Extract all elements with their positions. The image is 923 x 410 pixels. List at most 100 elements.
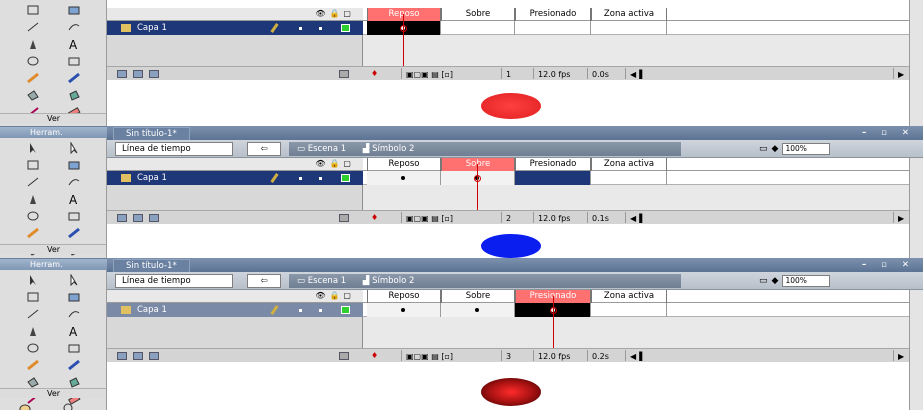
- onion-skin-icons[interactable]: ▣▢▣ ▤ [▫]: [401, 212, 461, 223]
- line-tool-icon[interactable]: [12, 175, 53, 189]
- pencil-tool-icon[interactable]: [12, 226, 53, 240]
- breadcrumb-scene[interactable]: Escena 1: [308, 276, 346, 286]
- frame-cell-hit[interactable]: [591, 171, 667, 185]
- free-transform-icon[interactable]: [12, 158, 53, 172]
- playhead-marker[interactable]: [474, 175, 481, 182]
- brush-tool-icon[interactable]: [53, 226, 94, 240]
- breadcrumb-scene[interactable]: Escena 1: [308, 144, 346, 154]
- back-arrow-button[interactable]: ⇦: [247, 274, 281, 288]
- lock-dot[interactable]: [319, 177, 322, 180]
- playhead[interactable]: [403, 14, 404, 68]
- frame-label-hit[interactable]: Zona activa: [591, 158, 667, 171]
- trash-icon[interactable]: [339, 352, 349, 360]
- edit-scene-icon[interactable]: ▭: [759, 144, 768, 154]
- paint-bucket-icon[interactable]: [53, 88, 94, 102]
- brush-tool-icon[interactable]: [53, 358, 94, 372]
- brush-tool-icon[interactable]: [53, 71, 94, 85]
- document-tab[interactable]: Sin título-1*: [113, 259, 190, 272]
- keyframe-dot[interactable]: [475, 308, 479, 312]
- hand-tool-icon[interactable]: [18, 400, 32, 410]
- insert-folder-icon[interactable]: [149, 352, 159, 360]
- center-frame-icon[interactable]: ♦: [371, 349, 378, 362]
- onion-skin-icons[interactable]: ▣▢▣ ▤ [▫]: [401, 350, 461, 361]
- frame-label-down[interactable]: Presionado: [515, 158, 591, 171]
- frame-label-down[interactable]: Presionado: [515, 8, 591, 21]
- zoom-select[interactable]: 100%: [782, 275, 831, 287]
- pencil-tool-icon[interactable]: [12, 358, 53, 372]
- vertical-scrollbar[interactable]: [909, 0, 923, 126]
- center-frame-icon[interactable]: ♦: [371, 211, 378, 224]
- frame-label-up[interactable]: Reposo: [367, 8, 441, 21]
- fill-transform-icon[interactable]: [53, 3, 94, 17]
- timeline-toggle-button[interactable]: Línea de tiempo: [115, 142, 233, 156]
- trash-icon[interactable]: [339, 214, 349, 222]
- selection-tool-icon[interactable]: [12, 141, 53, 155]
- zoom-select[interactable]: 100%: [782, 143, 831, 155]
- subselection-tool-icon[interactable]: [53, 273, 94, 287]
- add-guide-icon[interactable]: [133, 214, 143, 222]
- frame-label-up[interactable]: Reposo: [367, 158, 441, 171]
- layer-toggle-icons[interactable]: 👁🔒▢: [315, 159, 355, 168]
- layer-toggle-icons[interactable]: 👁🔒▢: [315, 9, 355, 18]
- edit-scene-icon[interactable]: ▭: [759, 276, 768, 286]
- lock-dot[interactable]: [319, 309, 322, 312]
- insert-folder-icon[interactable]: [149, 214, 159, 222]
- window-controls[interactable]: – ▫ ✕: [862, 258, 915, 272]
- document-tab[interactable]: Sin título-1*: [113, 127, 190, 140]
- playhead-marker[interactable]: [400, 25, 407, 32]
- ink-bottle-icon[interactable]: [12, 375, 53, 389]
- frame-cell-down[interactable]: [515, 171, 591, 185]
- button-symbol-down[interactable]: [481, 378, 541, 406]
- lasso-tool-icon[interactable]: [53, 175, 94, 189]
- outline-color-swatch[interactable]: [341, 174, 350, 182]
- frame-label-hit[interactable]: Zona activa: [591, 8, 667, 21]
- visibility-dot[interactable]: [299, 177, 302, 180]
- frame-row[interactable]: [363, 303, 923, 317]
- fill-transform-icon[interactable]: [53, 158, 94, 172]
- oval-tool-icon[interactable]: [12, 209, 53, 223]
- layer-toggle-icons[interactable]: 👁🔒▢: [315, 291, 355, 300]
- keyframe-dot[interactable]: [401, 308, 405, 312]
- insert-folder-icon[interactable]: [149, 70, 159, 78]
- lasso-tool-icon[interactable]: [53, 20, 94, 34]
- playhead[interactable]: [477, 164, 478, 212]
- frame-label-over[interactable]: Sobre: [441, 8, 515, 21]
- zoom-tool-icon[interactable]: [62, 400, 76, 410]
- lock-dot[interactable]: [319, 27, 322, 30]
- edit-symbol-icon[interactable]: ◆: [772, 144, 779, 154]
- free-transform-icon[interactable]: [12, 3, 53, 17]
- breadcrumb-symbol[interactable]: Símbolo 2: [372, 144, 414, 154]
- trash-icon[interactable]: [339, 70, 349, 78]
- vertical-scrollbar[interactable]: [909, 158, 923, 258]
- subselection-tool-icon[interactable]: [53, 141, 94, 155]
- selection-tool-icon[interactable]: [12, 273, 53, 287]
- rectangle-tool-icon[interactable]: [53, 341, 94, 355]
- frame-cell-over[interactable]: [441, 21, 515, 35]
- keyframe-dot[interactable]: [401, 176, 405, 180]
- frame-row[interactable]: [363, 171, 923, 185]
- add-guide-icon[interactable]: [133, 70, 143, 78]
- line-tool-icon[interactable]: [12, 20, 53, 34]
- outline-color-swatch[interactable]: [341, 24, 350, 32]
- horizontal-scroll[interactable]: ◀▐: [625, 68, 665, 79]
- insert-layer-icon[interactable]: [117, 214, 127, 222]
- frame-label-hit[interactable]: Zona activa: [591, 290, 667, 303]
- text-tool-icon[interactable]: A: [53, 192, 94, 206]
- visibility-dot[interactable]: [299, 27, 302, 30]
- free-transform-icon[interactable]: [12, 290, 53, 304]
- layer-row[interactable]: Capa 1: [107, 303, 363, 317]
- center-frame-icon[interactable]: ♦: [371, 67, 378, 80]
- layer-row[interactable]: Capa 1: [107, 171, 363, 185]
- button-symbol-over[interactable]: [481, 234, 541, 258]
- tools-panel-header[interactable]: Herram.: [0, 126, 107, 138]
- oval-tool-icon[interactable]: [12, 341, 53, 355]
- rectangle-tool-icon[interactable]: [53, 54, 94, 68]
- breadcrumb-symbol[interactable]: Símbolo 2: [372, 276, 414, 286]
- frame-row[interactable]: [363, 21, 923, 35]
- line-tool-icon[interactable]: [12, 307, 53, 321]
- frame-label-up[interactable]: Reposo: [367, 290, 441, 303]
- pen-tool-icon[interactable]: [12, 192, 53, 206]
- playhead[interactable]: [553, 296, 554, 350]
- layer-row[interactable]: Capa 1: [107, 21, 363, 35]
- insert-layer-icon[interactable]: [117, 70, 127, 78]
